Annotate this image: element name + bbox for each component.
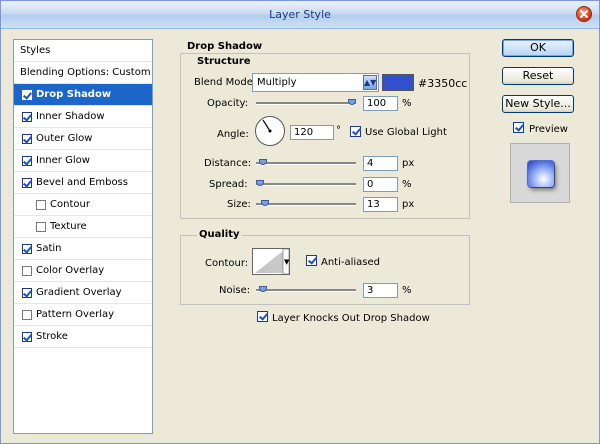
style-item-inner-shadow[interactable]: Inner Shadow: [14, 106, 152, 128]
contour-label: Contour:: [205, 258, 249, 269]
knockout-label: Layer Knocks Out Drop Shadow: [272, 313, 430, 324]
preview-thumbnail: [510, 143, 570, 203]
blend-mode-select[interactable]: Multiply ▲▼: [252, 73, 379, 92]
angle-input[interactable]: 120: [290, 125, 334, 140]
shadow-color-label: #3350cc: [418, 77, 468, 90]
style-item-label: Drop Shadow: [36, 89, 112, 100]
title-bar[interactable]: Layer Style: [1, 1, 599, 29]
distance-slider[interactable]: [256, 159, 356, 165]
style-item-contour[interactable]: Contour: [14, 194, 152, 216]
shadow-color-swatch[interactable]: [382, 74, 414, 91]
style-item-outer-glow[interactable]: Outer Glow: [14, 128, 152, 150]
style-checkbox[interactable]: [36, 200, 46, 210]
svg-text:▼: ▼: [284, 258, 289, 266]
drop-shadow-title: Drop Shadow: [187, 41, 263, 52]
anti-aliased-label: Anti-aliased: [321, 257, 381, 268]
style-checkbox[interactable]: [22, 244, 32, 254]
style-item-label: Inner Shadow: [36, 111, 105, 122]
distance-unit: px: [402, 158, 415, 169]
angle-dial[interactable]: [255, 116, 285, 146]
style-checkbox[interactable]: [22, 112, 32, 122]
style-item-label: Pattern Overlay: [36, 309, 115, 320]
style-item-satin[interactable]: Satin: [14, 238, 152, 260]
style-item-label: Bevel and Emboss: [36, 177, 128, 188]
style-item-blending-options-custom[interactable]: Blending Options: Custom: [14, 62, 152, 84]
reset-button[interactable]: Reset: [502, 67, 574, 85]
preview-label: Preview: [529, 124, 568, 135]
opacity-label: Opacity:: [207, 98, 249, 109]
distance-slider-thumb[interactable]: [259, 159, 267, 165]
size-slider[interactable]: [256, 200, 356, 206]
style-item-bevel-and-emboss[interactable]: Bevel and Emboss: [14, 172, 152, 194]
style-item-label: Color Overlay: [36, 265, 105, 276]
opacity-slider[interactable]: [256, 99, 356, 105]
styles-header: Styles: [14, 40, 152, 62]
style-item-label: Blending Options: Custom: [20, 67, 151, 78]
structure-title: Structure: [197, 56, 251, 67]
style-checkbox[interactable]: [22, 266, 32, 276]
styles-header-label: Styles: [20, 45, 51, 56]
contour-picker[interactable]: ▼: [252, 248, 290, 275]
style-item-label: Texture: [50, 221, 87, 232]
blend-mode-value: Multiply: [257, 77, 297, 88]
preview-checkbox[interactable]: [513, 122, 524, 133]
global-light-label: Use Global Light: [365, 127, 447, 138]
style-checkbox[interactable]: [22, 288, 32, 298]
style-item-label: Satin: [36, 243, 62, 254]
opacity-unit: %: [402, 98, 412, 109]
style-item-label: Outer Glow: [36, 133, 93, 144]
noise-label: Noise:: [219, 285, 251, 296]
style-item-label: Contour: [50, 199, 90, 210]
style-item-stroke[interactable]: Stroke: [14, 326, 152, 348]
angle-unit: °: [336, 125, 341, 136]
style-item-pattern-overlay[interactable]: Pattern Overlay: [14, 304, 152, 326]
noise-slider-thumb[interactable]: [259, 286, 267, 292]
noise-unit: %: [402, 285, 412, 296]
anti-aliased-checkbox[interactable]: [306, 255, 317, 266]
knockout-checkbox[interactable]: [257, 311, 268, 322]
size-label: Size:: [227, 199, 251, 210]
style-checkbox[interactable]: [22, 310, 32, 320]
size-unit: px: [402, 199, 415, 210]
style-item-gradient-overlay[interactable]: Gradient Overlay: [14, 282, 152, 304]
style-item-label: Inner Glow: [36, 155, 90, 166]
style-item-label: Stroke: [36, 331, 68, 342]
global-light-checkbox[interactable]: [350, 126, 361, 137]
style-checkbox[interactable]: [22, 156, 32, 166]
new-style-button[interactable]: New Style...: [502, 95, 574, 113]
style-checkbox[interactable]: [36, 222, 46, 232]
chevron-down-icon[interactable]: ▲▼: [363, 75, 377, 90]
size-slider-thumb[interactable]: [261, 200, 269, 206]
style-checkbox[interactable]: [22, 134, 32, 144]
style-item-inner-glow[interactable]: Inner Glow: [14, 150, 152, 172]
distance-input[interactable]: 4: [363, 156, 398, 171]
styles-list: Styles Blending Options: Custom Drop Shad…: [13, 39, 153, 434]
layer-style-window: Layer Style Styles Blending Options: Cus…: [0, 0, 600, 444]
window-title: Layer Style: [269, 8, 331, 21]
spread-slider-thumb[interactable]: [256, 180, 264, 186]
opacity-slider-thumb[interactable]: [348, 99, 356, 105]
spread-slider[interactable]: [256, 180, 356, 186]
blend-mode-label: Blend Mode:: [194, 77, 257, 88]
preview-shape: [528, 161, 554, 187]
opacity-input[interactable]: 100: [363, 96, 398, 111]
style-item-texture[interactable]: Texture: [14, 216, 152, 238]
style-checkbox[interactable]: [22, 90, 32, 100]
size-input[interactable]: 13: [363, 197, 398, 212]
close-icon[interactable]: [576, 6, 592, 22]
quality-title: Quality: [197, 229, 242, 240]
spread-unit: %: [402, 179, 412, 190]
noise-slider[interactable]: [256, 286, 356, 292]
style-item-color-overlay[interactable]: Color Overlay: [14, 260, 152, 282]
noise-input[interactable]: 3: [363, 283, 398, 298]
angle-label: Angle:: [217, 129, 249, 140]
style-checkbox[interactable]: [22, 332, 32, 342]
spread-input[interactable]: 0: [363, 177, 398, 192]
spread-label: Spread:: [209, 179, 248, 190]
style-checkbox[interactable]: [22, 178, 32, 188]
style-item-label: Gradient Overlay: [36, 287, 122, 298]
ok-button[interactable]: OK: [502, 39, 574, 57]
distance-label: Distance:: [204, 158, 252, 169]
style-item-drop-shadow[interactable]: Drop Shadow: [14, 84, 152, 106]
